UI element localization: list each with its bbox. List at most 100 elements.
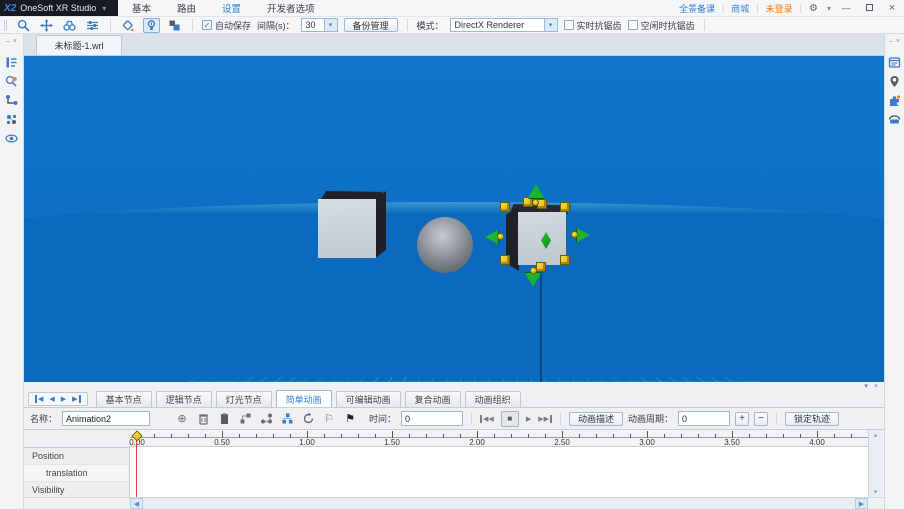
selection-handle[interactable] [560,202,570,212]
store-link[interactable]: 商城 [731,2,749,15]
tab-scroll-prev[interactable]: ◀ [49,395,54,403]
tab-simple-animation[interactable]: 简单动画 [276,390,332,407]
flag-outline-button[interactable]: ⚐ [321,411,337,427]
tab-scroll-first[interactable]: ◀ [35,395,43,403]
move-tool-button[interactable] [38,18,55,33]
gizmo-arrow-up[interactable] [528,184,544,198]
search-settings-icon[interactable] [5,75,18,88]
loop-button[interactable] [300,411,316,427]
tab-scroll-last[interactable]: ▶ [72,395,80,403]
scene-tree-icon[interactable] [5,56,18,69]
light-tool-button[interactable] [143,18,160,33]
play-button[interactable]: ▶ [526,415,531,423]
track-row-position[interactable]: Position [24,448,129,465]
timeline-lane[interactable] [130,447,868,497]
scroll-right-icon[interactable]: ▶ [855,498,868,509]
menu-developer-options[interactable]: 开发者选项 [265,0,317,17]
panorama-lesson-link[interactable]: 全景备课 [679,2,715,15]
chevron-down-icon[interactable]: ▾ [102,4,106,13]
pin-icon[interactable]: – [6,38,10,45]
sphere-object[interactable] [417,217,473,273]
panel-collapse-icon[interactable]: ▾ [864,382,868,390]
tab-light-nodes[interactable]: 灯光节点 [216,391,272,407]
node-view-button[interactable] [237,411,253,427]
selection-handle[interactable] [536,262,546,272]
plugin-puzzle-icon[interactable] [888,94,901,107]
visibility-eye-icon[interactable] [5,132,18,145]
menu-routing[interactable]: 路由 [175,0,198,17]
close-icon[interactable]: × [13,38,17,45]
scroll-left-icon[interactable]: ◀ [130,498,143,509]
menu-basic[interactable]: 基本 [130,0,153,17]
chevron-down-icon[interactable]: ▾ [544,19,557,31]
period-input[interactable] [678,411,730,426]
animation-name-input[interactable] [62,411,150,426]
close-button[interactable]: × [884,2,900,14]
tab-basic-nodes[interactable]: 基本节点 [96,391,152,407]
backup-manage-button[interactable]: 备份管理 [344,18,398,32]
filter-tool-button[interactable] [84,18,101,33]
viewport-3d[interactable] [24,56,884,382]
timeline-ruler[interactable]: 0.000.501.001.502.002.503.003.504.00 [130,430,868,447]
components-icon[interactable] [5,113,18,126]
properties-panel-icon[interactable] [888,56,901,69]
selection-handle[interactable] [560,255,570,265]
timeline-vertical-scrollbar[interactable]: ▴ ▾ [868,430,882,497]
gizmo-arrow-right[interactable] [577,228,590,242]
skip-to-end-button[interactable]: ▶▶ [538,415,552,423]
scroll-up-icon[interactable]: ▴ [874,431,878,439]
gear-caret-icon[interactable]: ▾ [827,4,831,13]
tab-editable-animation[interactable]: 可编辑动画 [336,391,401,407]
pin-icon[interactable]: – [889,38,893,45]
selection-handle[interactable] [500,202,510,212]
decrement-button[interactable]: − [754,412,768,426]
vr-headset-icon[interactable] [888,113,901,126]
clipboard-button[interactable] [216,411,232,427]
idle-aa-checkbox[interactable]: 空闲时抗锯齿 [628,19,695,32]
node-group-button-active[interactable] [279,411,295,427]
node-link-icon[interactable] [5,94,18,107]
lock-track-button[interactable]: 锁定轨迹 [785,412,839,426]
panel-close-icon[interactable]: × [874,383,878,390]
app-menu-button[interactable]: X2 OneSoft XR Studio ▾ [0,0,118,16]
cube-object[interactable] [318,199,376,258]
document-tab[interactable]: 未标题-1.wrl [36,35,122,55]
paint-tool-button[interactable] [120,18,137,33]
login-link[interactable]: 未登录 [766,2,793,15]
animation-description-button[interactable]: 动画描述 [569,412,623,426]
skip-to-start-button[interactable]: ◀◀ [480,415,494,423]
scrollbar-track[interactable] [143,498,855,509]
selection-handle[interactable] [500,255,510,265]
add-keyframe-button[interactable]: ⊕ [174,411,190,427]
minimize-button[interactable]: — [838,3,854,13]
map-marker-icon[interactable] [888,75,901,88]
object-mode-button[interactable] [166,18,183,33]
settings-gear-icon[interactable]: ⚙ [809,3,818,14]
renderer-dropdown[interactable]: DirectX Renderer ▾ [450,18,558,32]
realtime-aa-checkbox[interactable]: 实时抗锯齿 [564,19,622,32]
delete-button[interactable] [195,411,211,427]
flag-filled-button[interactable]: ⚑ [342,411,358,427]
stop-button[interactable]: ■ [501,411,519,427]
maximize-button[interactable] [861,3,877,13]
close-icon[interactable]: × [896,38,900,45]
autosave-checkbox[interactable]: ✓ 自动保存 [202,19,251,32]
chevron-down-icon[interactable]: ▾ [324,19,337,31]
tab-composite-animation[interactable]: 复合动画 [405,391,461,407]
node-branch-button[interactable] [258,411,274,427]
scroll-down-icon[interactable]: ▾ [874,488,878,496]
navigate-tool-button[interactable] [61,18,78,33]
ruler-tick [613,434,614,438]
track-row-translation[interactable]: translation [24,465,129,482]
gizmo-arrow-down[interactable] [525,273,541,287]
selected-cube[interactable] [518,212,566,265]
tab-animation-group[interactable]: 动画组织 [465,391,521,407]
tab-scroll-next[interactable]: ▶ [61,395,66,403]
increment-button[interactable]: + [735,412,749,426]
zoom-tool-button[interactable] [15,18,32,33]
playhead-line[interactable] [136,437,137,497]
interval-dropdown[interactable]: 30 ▾ [301,18,338,32]
tab-logic-nodes[interactable]: 逻辑节点 [156,391,212,407]
menu-settings[interactable]: 设置 [220,0,243,17]
time-input[interactable] [401,411,463,426]
